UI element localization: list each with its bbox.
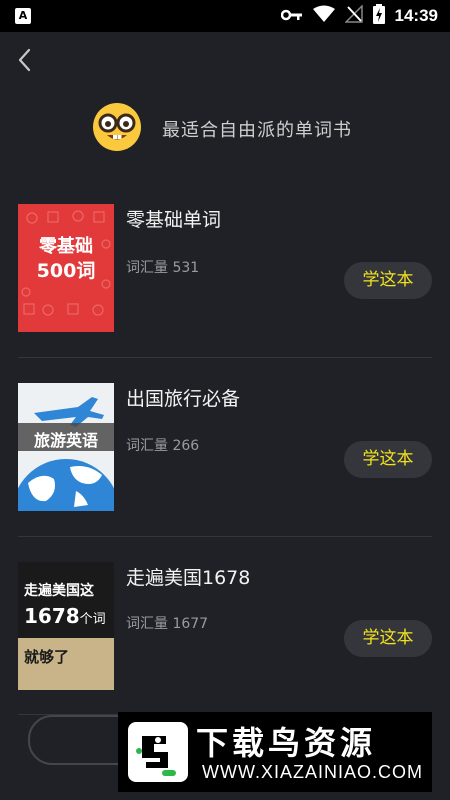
app-notification-icon: A — [15, 8, 31, 24]
learn-this-book-button[interactable]: 学这本 — [344, 262, 432, 299]
cover-line-2: 500词 — [36, 260, 96, 282]
cover-line-1: 旅游英语 — [33, 431, 98, 450]
key-icon — [280, 7, 303, 26]
book-cover-america[interactable]: 走遍美国这 1678个词 就够了 — [18, 562, 114, 690]
clock: 14:39 — [394, 6, 438, 25]
divider — [18, 357, 432, 358]
book-cover-zero-basic[interactable]: 零基础 500词 — [18, 204, 114, 332]
back-button[interactable] — [14, 44, 36, 76]
cover-line-3: 就够了 — [24, 648, 70, 666]
bird-logo-icon — [128, 722, 188, 782]
book-title[interactable]: 出国旅行必备 — [126, 384, 240, 411]
book-title[interactable]: 走遍美国1678 — [126, 563, 250, 590]
book-word-count: 词汇量 1677 — [126, 616, 209, 632]
learn-this-book-button[interactable]: 学这本 — [344, 441, 432, 478]
book-word-count: 词汇量 531 — [126, 260, 200, 276]
wifi-icon — [312, 5, 335, 27]
battery-charging-icon — [372, 4, 385, 28]
divider — [18, 536, 432, 537]
watermark: 下载鸟资源 WWW.XIAZAINIAO.COM — [118, 712, 432, 792]
nerd-face-icon — [92, 102, 142, 152]
page-title: 最适合自由派的单词书 — [162, 120, 352, 141]
cover-unit: 个词 — [79, 612, 106, 627]
watermark-title: 下载鸟资源 — [196, 724, 377, 762]
cover-number: 1678 — [24, 604, 80, 628]
status-icons: 14:39 — [280, 4, 438, 28]
status-bar: A 14:39 — [0, 0, 450, 32]
cover-line-1: 零基础 — [39, 236, 93, 257]
book-title[interactable]: 零基础单词 — [126, 205, 221, 232]
watermark-url: WWW.XIAZAINIAO.COM — [202, 762, 423, 782]
book-cover-travel[interactable]: 旅游英语 — [18, 383, 114, 511]
cover-line-2: 1678个词 — [24, 604, 106, 628]
chevron-left-icon — [18, 48, 31, 72]
signal-off-icon — [343, 4, 363, 27]
learn-this-book-button[interactable]: 学这本 — [344, 620, 432, 657]
book-word-count: 词汇量 266 — [126, 438, 200, 454]
cover-line-1: 走遍美国这 — [24, 583, 94, 599]
